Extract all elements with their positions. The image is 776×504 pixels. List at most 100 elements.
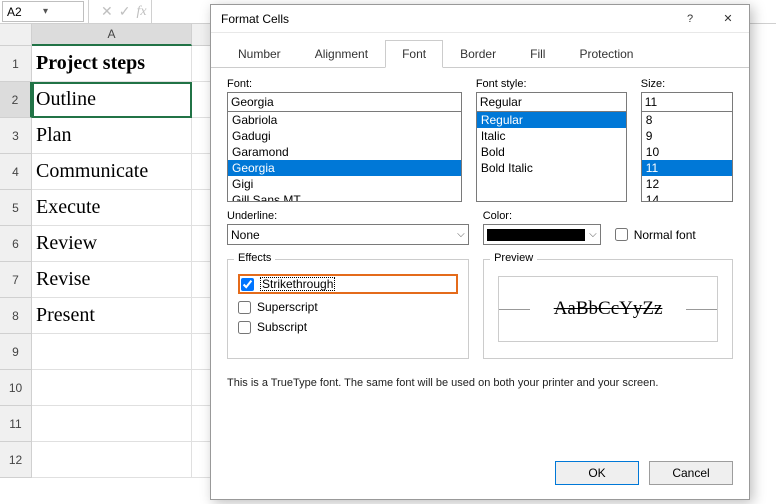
row-header[interactable]: 6 (0, 226, 32, 262)
cell[interactable]: Execute (32, 190, 192, 226)
preview-group: Preview AaBbCcYyZz (483, 259, 733, 359)
font-label: Font: (227, 78, 462, 90)
preview-legend: Preview (490, 252, 537, 264)
row-header[interactable]: 9 (0, 334, 32, 370)
chevron-down-icon: ⌵ (457, 229, 465, 240)
cell[interactable] (32, 406, 192, 442)
cancel-button[interactable]: Cancel (649, 461, 733, 485)
color-label: Color: (483, 210, 733, 222)
subscript-checkbox[interactable]: Subscript (238, 320, 458, 334)
cell[interactable] (32, 334, 192, 370)
list-option[interactable]: Georgia (228, 160, 461, 176)
strikethrough-checkbox[interactable]: Strikethrough (241, 277, 335, 291)
chevron-down-icon: ▾ (43, 6, 79, 17)
list-option[interactable]: Bold (477, 144, 626, 160)
list-option[interactable]: Regular (477, 112, 626, 128)
tab-alignment[interactable]: Alignment (298, 40, 385, 68)
cell[interactable]: Project steps (32, 46, 192, 82)
help-button[interactable]: ? (671, 6, 709, 32)
size-input[interactable] (641, 92, 733, 112)
effects-group: Effects Strikethrough Superscript (227, 259, 469, 359)
list-option[interactable]: Italic (477, 128, 626, 144)
color-swatch (487, 229, 585, 241)
row-header[interactable]: 5 (0, 190, 32, 226)
superscript-label: Superscript (257, 300, 318, 314)
fontstyle-label: Font style: (476, 78, 627, 90)
row-header[interactable]: 7 (0, 262, 32, 298)
dialog-footer: OK Cancel (211, 451, 749, 499)
row-header[interactable]: 1 (0, 46, 32, 82)
tab-font[interactable]: Font (385, 40, 443, 68)
cell[interactable] (32, 370, 192, 406)
superscript-checkbox[interactable]: Superscript (238, 300, 458, 314)
list-option[interactable]: 9 (642, 128, 732, 144)
cell[interactable]: Revise (32, 262, 192, 298)
subscript-label: Subscript (257, 320, 307, 334)
name-box-value: A2 (7, 5, 43, 19)
row-header[interactable]: 8 (0, 298, 32, 334)
cell[interactable]: Present (32, 298, 192, 334)
font-input[interactable] (227, 92, 462, 112)
list-option[interactable]: Garamond (228, 144, 461, 160)
formula-bar-icons: ✕ ✓ fx (93, 3, 147, 20)
chevron-down-icon: ⌵ (589, 229, 597, 240)
list-option[interactable]: Gill Sans MT (228, 192, 461, 202)
preview-box: AaBbCcYyZz (498, 276, 718, 342)
list-option[interactable]: Gadugi (228, 128, 461, 144)
fontstyle-list[interactable]: RegularItalicBoldBold Italic (476, 112, 627, 202)
cancel-icon[interactable]: ✕ (101, 3, 113, 20)
tab-number[interactable]: Number (221, 40, 298, 68)
list-option[interactable]: 11 (642, 160, 732, 176)
cell[interactable] (32, 442, 192, 478)
ok-button[interactable]: OK (555, 461, 639, 485)
strikethrough-label: Strikethrough (260, 277, 335, 291)
strikethrough-highlight: Strikethrough (238, 274, 458, 294)
row-header[interactable]: 3 (0, 118, 32, 154)
help-icon: ? (687, 13, 693, 25)
tab-fill[interactable]: Fill (513, 40, 562, 68)
size-list[interactable]: 8910111214 (641, 112, 733, 202)
column-header[interactable]: A (32, 24, 192, 46)
font-description: This is a TrueType font. The same font w… (227, 377, 733, 389)
cell[interactable]: Plan (32, 118, 192, 154)
cell[interactable]: Outline (32, 82, 192, 118)
list-option[interactable]: 14 (642, 192, 732, 202)
row-header[interactable]: 4 (0, 154, 32, 190)
name-box[interactable]: A2 ▾ (2, 1, 84, 22)
row-header[interactable]: 12 (0, 442, 32, 478)
color-select[interactable]: ⌵ (483, 224, 601, 245)
confirm-icon[interactable]: ✓ (119, 3, 131, 20)
close-button[interactable]: ✕ (709, 6, 747, 32)
tab-border[interactable]: Border (443, 40, 513, 68)
row-header[interactable]: 11 (0, 406, 32, 442)
effects-legend: Effects (234, 252, 275, 264)
normal-font-label: Normal font (634, 228, 696, 242)
row-headers: 123456789101112 (0, 46, 32, 478)
list-option[interactable]: 8 (642, 112, 732, 128)
dialog-tabs: NumberAlignmentFontBorderFillProtection (211, 33, 749, 68)
dialog-body: Font: GabriolaGadugiGaramondGeorgiaGigiG… (211, 68, 749, 451)
row-header[interactable]: 10 (0, 370, 32, 406)
size-label: Size: (641, 78, 733, 90)
row-header[interactable]: 2 (0, 82, 32, 118)
font-list[interactable]: GabriolaGadugiGaramondGeorgiaGigiGill Sa… (227, 112, 462, 202)
cell[interactable]: Review (32, 226, 192, 262)
select-all-corner[interactable] (0, 24, 32, 46)
dialog-titlebar: Format Cells ? ✕ (211, 5, 749, 33)
close-icon: ✕ (723, 12, 732, 25)
list-option[interactable]: 12 (642, 176, 732, 192)
list-option[interactable]: Bold Italic (477, 160, 626, 176)
underline-select[interactable]: None ⌵ (227, 224, 469, 245)
dialog-title: Format Cells (221, 12, 671, 26)
underline-label: Underline: (227, 210, 469, 222)
underline-value: None (231, 228, 260, 242)
fontstyle-input[interactable] (476, 92, 627, 112)
tab-protection[interactable]: Protection (562, 40, 650, 68)
fx-icon[interactable]: fx (136, 4, 146, 20)
list-option[interactable]: Gabriola (228, 112, 461, 128)
format-cells-dialog: Format Cells ? ✕ NumberAlignmentFontBord… (210, 4, 750, 500)
list-option[interactable]: Gigi (228, 176, 461, 192)
cell[interactable]: Communicate (32, 154, 192, 190)
list-option[interactable]: 10 (642, 144, 732, 160)
normal-font-checkbox[interactable]: Normal font (615, 228, 696, 242)
